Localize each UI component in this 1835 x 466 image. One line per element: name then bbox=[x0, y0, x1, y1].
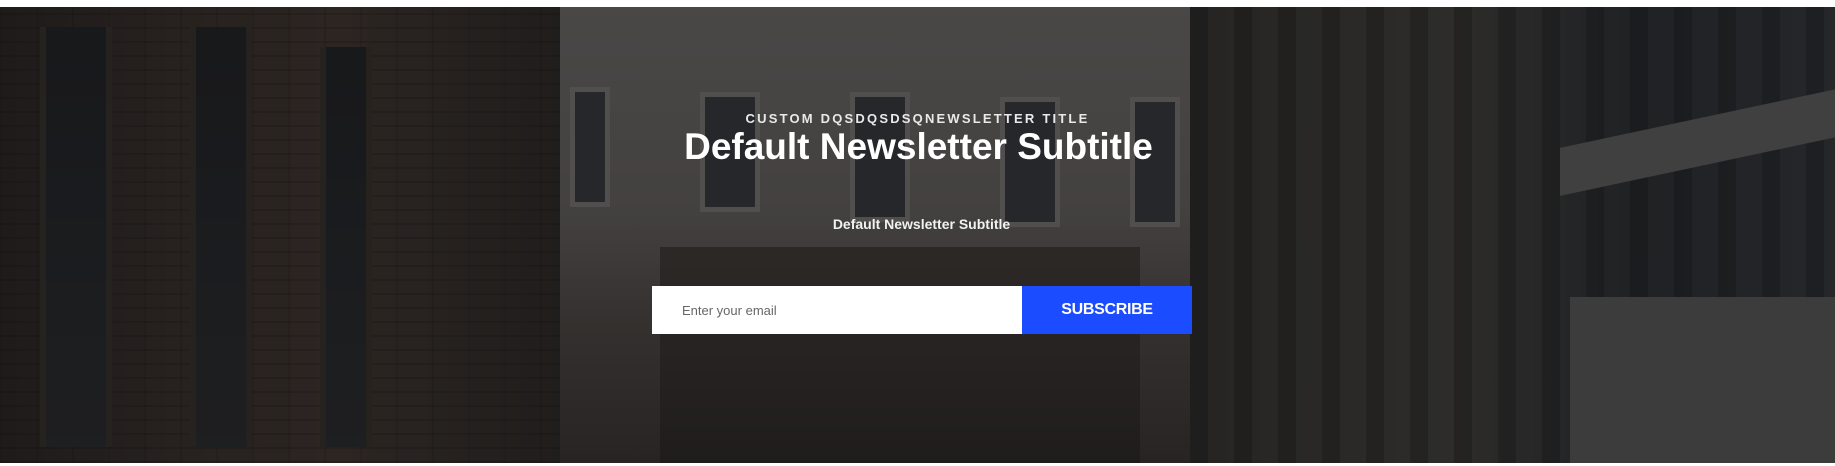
subscribe-form: SUBSCRIBE bbox=[652, 286, 1192, 334]
newsletter-subtitle: Default Newsletter Subtitle bbox=[832, 216, 1011, 232]
newsletter-content: CUSTOM DQSDQSDSQNEWSLETTER TITLE Default… bbox=[0, 7, 1835, 463]
newsletter-eyebrow: CUSTOM DQSDQSDSQNEWSLETTER TITLE bbox=[745, 111, 1090, 126]
email-input[interactable] bbox=[652, 286, 1022, 334]
newsletter-section: CUSTOM DQSDQSDSQNEWSLETTER TITLE Default… bbox=[0, 7, 1835, 463]
subscribe-button[interactable]: SUBSCRIBE bbox=[1022, 286, 1192, 334]
newsletter-title: Default Newsletter Subtitle bbox=[684, 126, 1153, 167]
